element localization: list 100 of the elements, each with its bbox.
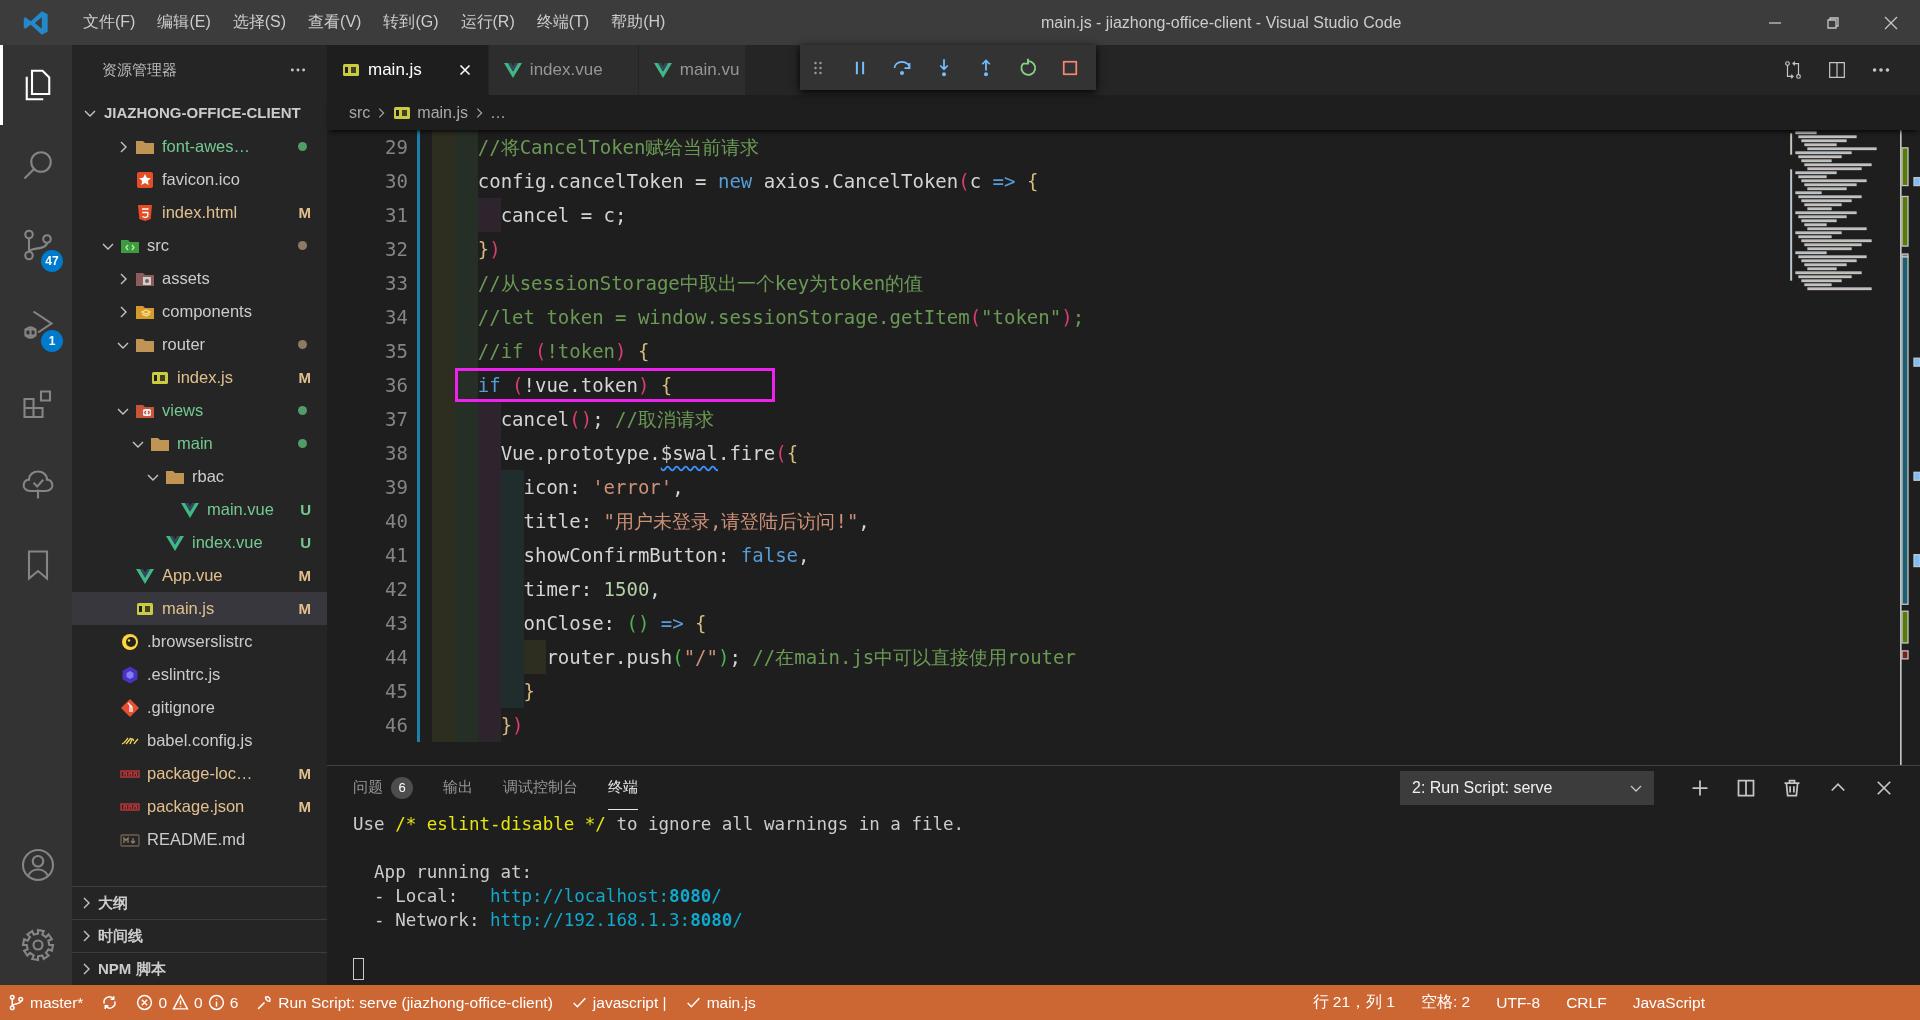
breadcrumb-item[interactable]: … bbox=[490, 103, 506, 122]
panel-tab[interactable]: 终端 bbox=[608, 766, 638, 810]
editor-tab[interactable]: main.vu bbox=[638, 45, 747, 95]
status-item[interactable]: CRLF bbox=[1566, 993, 1607, 1012]
folder-row[interactable]: views bbox=[72, 394, 327, 427]
line-number: 32 bbox=[384, 238, 408, 260]
status-item[interactable]: JavaScript bbox=[1632, 993, 1705, 1012]
activity-bar-button[interactable]: 47 bbox=[0, 205, 72, 285]
terminal-cursor bbox=[353, 958, 364, 980]
line-number: 30 bbox=[384, 170, 408, 192]
menu-item[interactable]: 查看(V) bbox=[297, 12, 373, 33]
panel-tab[interactable]: 问题 6 bbox=[353, 766, 413, 810]
menu-item[interactable]: 编辑(E) bbox=[146, 12, 222, 33]
menu-item[interactable]: 运行(R) bbox=[449, 12, 526, 33]
task-status[interactable]: Run Script: serve (jiazhong-office-client) bbox=[256, 993, 553, 1012]
error-count: 0 bbox=[158, 993, 168, 1012]
code-line: Vue.prototype.$swal.fire({ bbox=[432, 436, 799, 470]
folder-row[interactable]: rbac bbox=[72, 460, 327, 493]
count-badge: 1 bbox=[41, 330, 63, 352]
close-icon bbox=[1883, 14, 1899, 31]
git-file-icon bbox=[120, 697, 140, 718]
folder-row[interactable]: font-awes… bbox=[72, 130, 327, 163]
breadcrumb-item[interactable]: src bbox=[349, 103, 371, 122]
code-line: //let token = window.sessionStorage.getItem("token"); bbox=[432, 300, 1085, 334]
editor-tab[interactable]: main.js bbox=[327, 45, 489, 95]
star-file-icon bbox=[135, 169, 155, 190]
hexagon-file-icon bbox=[120, 664, 140, 685]
activity-bar-button[interactable]: 1 bbox=[0, 285, 72, 365]
breadcrumb-item[interactable]: main.js bbox=[417, 103, 468, 122]
plus-icon[interactable] bbox=[1690, 778, 1710, 798]
split-icon[interactable] bbox=[1736, 778, 1756, 798]
code-line: }) bbox=[432, 232, 501, 266]
file-row[interactable]: index.js M bbox=[72, 361, 327, 394]
code-line: cancel(); //取消请求 bbox=[432, 402, 714, 436]
folder-row[interactable]: components bbox=[72, 295, 327, 328]
terminal-dropdown[interactable]: 2: Run Script: serve bbox=[1400, 771, 1654, 805]
status-item[interactable]: UTF-8 bbox=[1496, 993, 1541, 1012]
menu-item[interactable]: 转到(G) bbox=[372, 12, 450, 33]
file-row[interactable]: favicon.ico bbox=[72, 163, 327, 196]
line-number: 31 bbox=[384, 204, 408, 226]
terminal-link[interactable]: http://localhost:8080/ bbox=[489, 886, 722, 906]
code-line: //将CancelToken赋给当前请求 bbox=[432, 130, 760, 164]
line-number: 37 bbox=[384, 408, 408, 430]
line-number: 39 bbox=[384, 476, 408, 498]
panel-tab[interactable]: 输出 bbox=[443, 766, 473, 810]
section-header[interactable]: 时间线 bbox=[72, 919, 327, 952]
menu-item[interactable]: 选择(S) bbox=[221, 12, 298, 33]
file-row[interactable]: .gitignore bbox=[72, 691, 327, 724]
branch-icon bbox=[8, 994, 25, 1011]
branch-status[interactable]: master* bbox=[8, 993, 84, 1012]
file-row[interactable]: package.json M bbox=[72, 790, 327, 823]
terminal-link[interactable]: http://192.168.1.3:8080/ bbox=[489, 910, 743, 930]
menu-item[interactable]: 帮助(H) bbox=[600, 12, 677, 33]
menu-item[interactable]: 文件(F) bbox=[72, 12, 147, 33]
problems-status[interactable]: 0 0 6 bbox=[136, 993, 239, 1012]
terminal-text: Use bbox=[353, 814, 386, 834]
line-number: 44 bbox=[384, 646, 408, 668]
folder-row[interactable]: assets bbox=[72, 262, 327, 295]
restore-icon bbox=[1825, 14, 1841, 31]
split-editor-icon[interactable] bbox=[1826, 59, 1848, 81]
sidebar-title: 资源管理器 bbox=[102, 60, 177, 80]
restart-icon[interactable] bbox=[1018, 57, 1038, 78]
git-status-letter: M bbox=[298, 567, 311, 584]
file-row[interactable]: main.vue U bbox=[72, 493, 327, 526]
sync-icon[interactable] bbox=[101, 994, 119, 1011]
folder-row[interactable]: src bbox=[72, 229, 327, 262]
code-line: if (!vue.token) { bbox=[432, 368, 673, 402]
file-row[interactable]: .eslintrc.js bbox=[72, 658, 327, 691]
check-status[interactable]: javascript | bbox=[570, 993, 667, 1012]
panel-tab[interactable]: 调试控制台 bbox=[503, 766, 578, 810]
folder-row[interactable]: main bbox=[72, 427, 327, 460]
line-number: 29 bbox=[384, 136, 408, 158]
status-item[interactable]: 行 21，列 1 bbox=[1312, 992, 1395, 1013]
trash-icon[interactable] bbox=[1782, 778, 1802, 798]
compare-icon[interactable] bbox=[1782, 59, 1804, 81]
file-row[interactable]: index.html M bbox=[72, 196, 327, 229]
check-status[interactable]: main.js bbox=[684, 993, 756, 1012]
info-count: 6 bbox=[229, 993, 239, 1012]
section-header[interactable]: 大纲 bbox=[72, 886, 327, 919]
editor-tab[interactable]: index.vue bbox=[488, 45, 639, 95]
code-line: onClose: () => { bbox=[432, 606, 707, 640]
line-number: 36 bbox=[384, 374, 408, 396]
file-row[interactable]: .browserslistrc bbox=[72, 625, 327, 658]
line-number: 35 bbox=[384, 340, 408, 362]
vue-file-icon bbox=[502, 60, 523, 80]
account-icon bbox=[19, 847, 56, 883]
menu-item[interactable]: 终端(T) bbox=[525, 12, 601, 33]
project-header[interactable]: JIAZHONG-OFFICE-CLIENT bbox=[72, 95, 327, 130]
file-row[interactable]: README.md bbox=[72, 823, 327, 856]
status-item[interactable]: 空格: 2 bbox=[1421, 992, 1471, 1013]
file-row[interactable]: package-loc… M bbox=[72, 757, 327, 790]
file-row[interactable]: babel.config.js bbox=[72, 724, 327, 757]
file-row[interactable]: App.vue M bbox=[72, 559, 327, 592]
git-status-letter: U bbox=[300, 534, 311, 551]
folder-row[interactable]: router bbox=[72, 328, 327, 361]
file-row[interactable]: main.js M bbox=[72, 592, 327, 625]
file-row[interactable]: index.vue U bbox=[72, 526, 327, 559]
line-number: 40 bbox=[384, 510, 408, 532]
close-icon[interactable] bbox=[1874, 778, 1894, 798]
code-line: //从sessionStorage中取出一个key为token的值 bbox=[432, 266, 924, 300]
